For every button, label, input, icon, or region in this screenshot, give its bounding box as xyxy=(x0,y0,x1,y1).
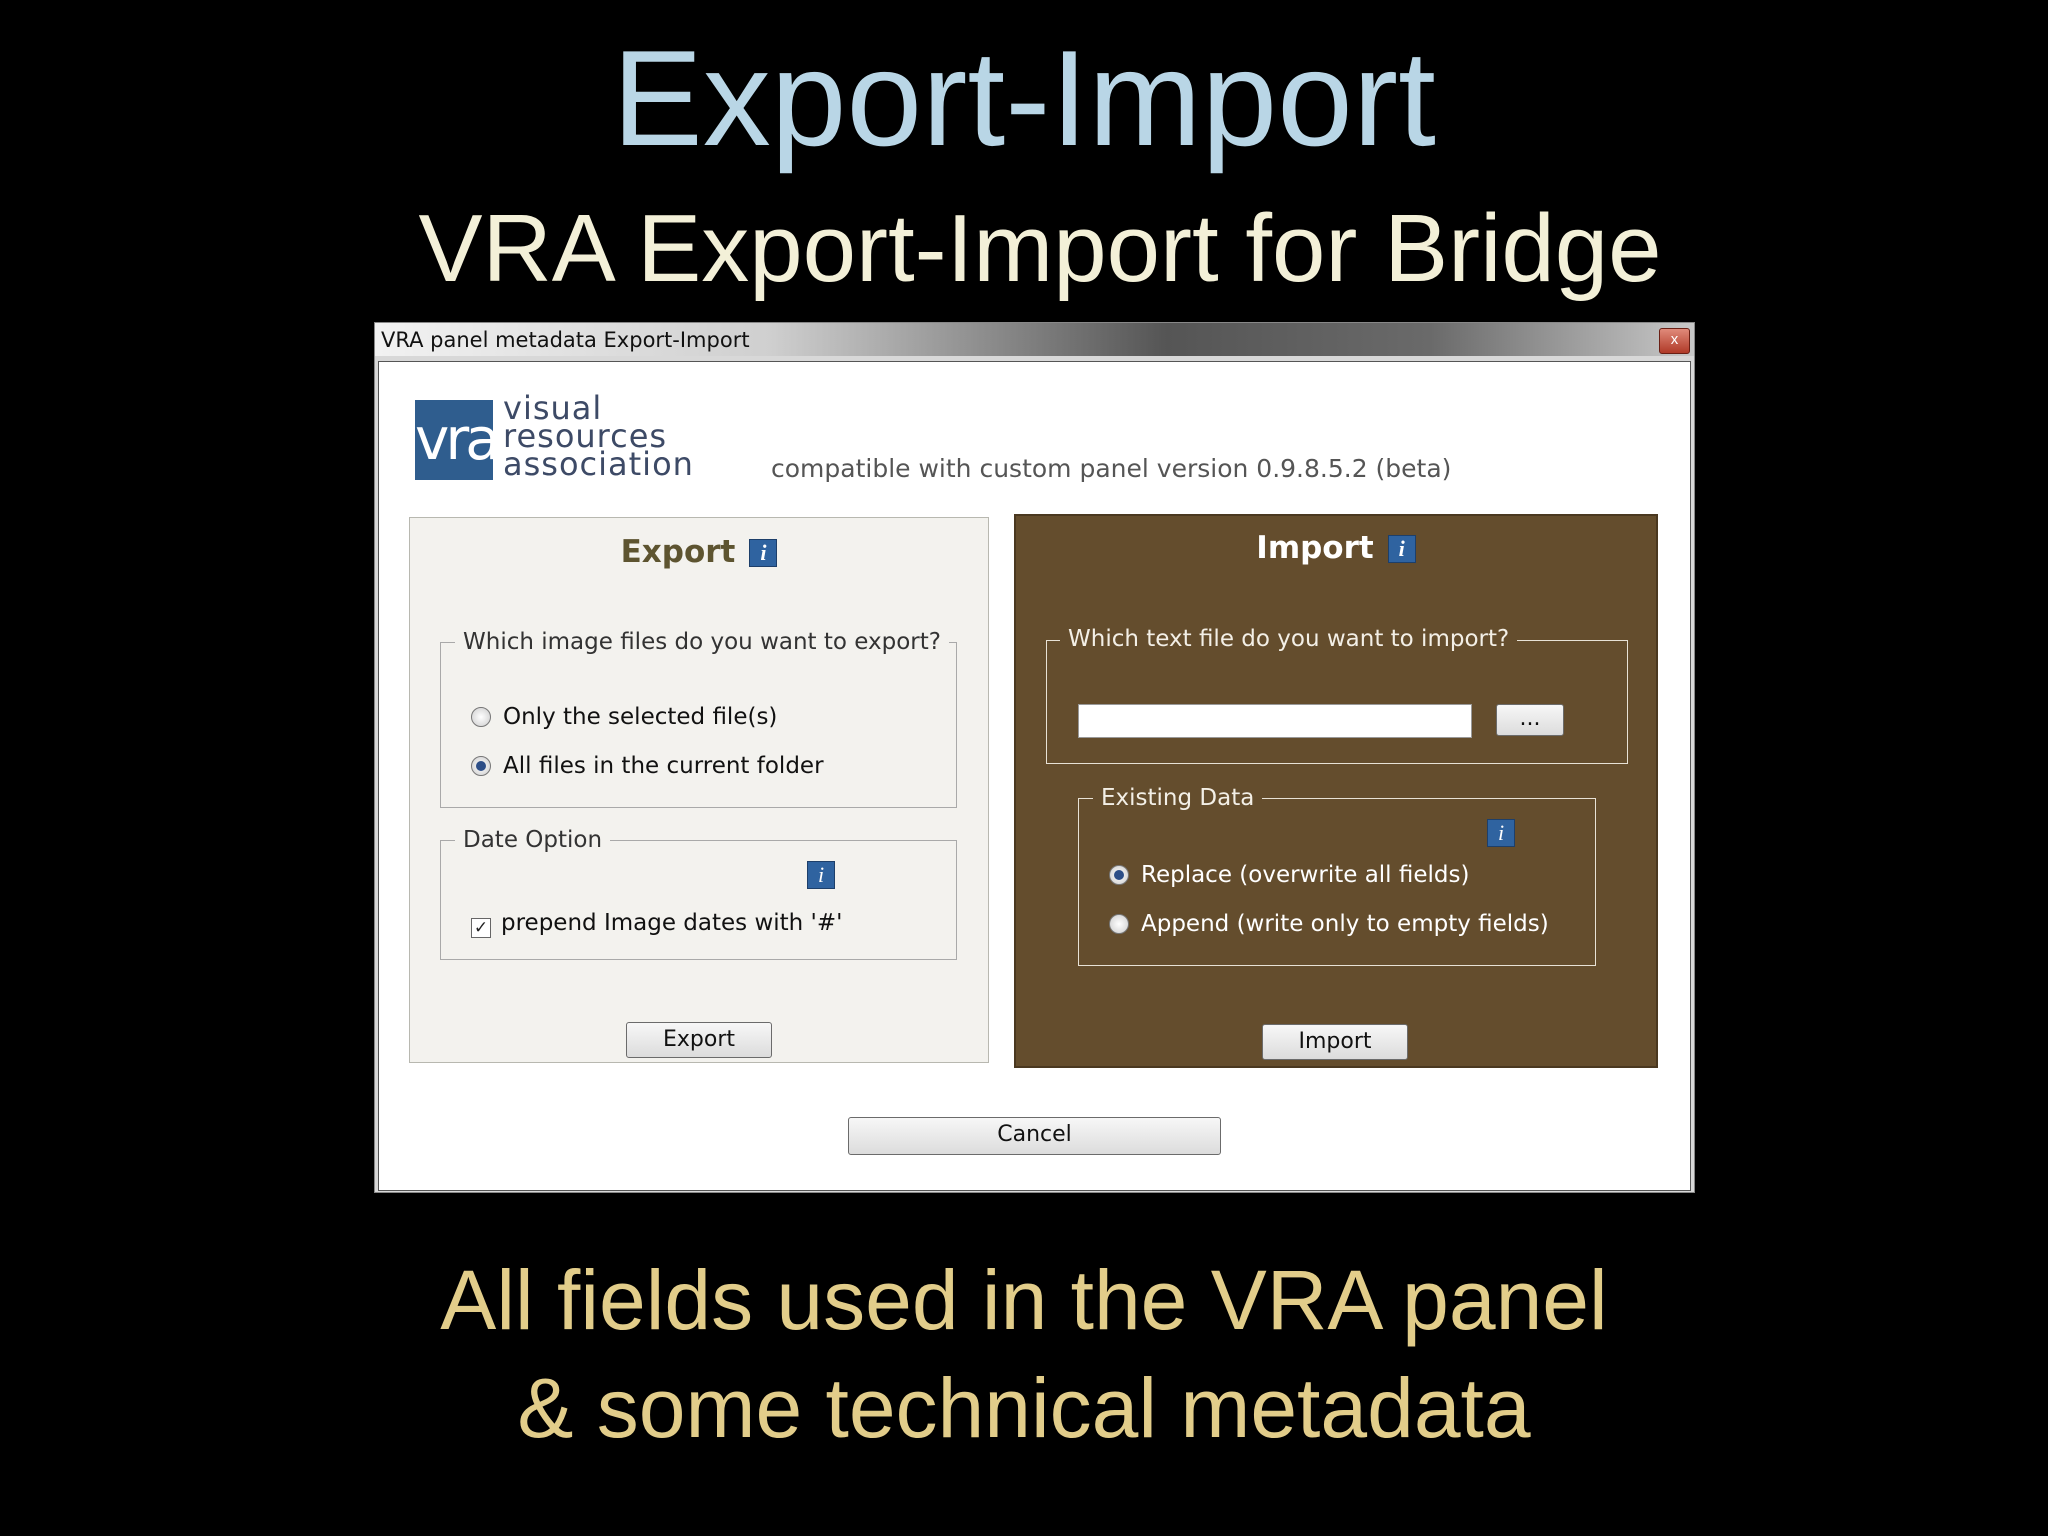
radio-only-selected[interactable]: Only the selected file(s) xyxy=(471,703,777,731)
close-icon[interactable]: x xyxy=(1659,328,1690,354)
slide-title: Export-Import xyxy=(612,22,1436,174)
slide-subtitle: VRA Export-Import for Bridge xyxy=(418,195,1662,302)
export-import-dialog: VRA panel metadata Export-Import x vra v… xyxy=(375,323,1694,1192)
info-icon[interactable]: i xyxy=(1387,535,1416,563)
radio-button[interactable] xyxy=(1109,914,1129,934)
slide-caption: All fields used in the VRA panel & some … xyxy=(0,1246,2048,1462)
radio-button-selected[interactable] xyxy=(471,756,491,776)
import-file-input[interactable] xyxy=(1078,704,1472,738)
radio-all-files[interactable]: All files in the current folder xyxy=(471,752,824,780)
browse-button[interactable]: ... xyxy=(1496,704,1564,736)
radio-button-selected[interactable] xyxy=(1109,865,1129,885)
dialog-content: vra visual resources association compati… xyxy=(378,361,1691,1191)
export-panel-title: Export i xyxy=(410,534,988,570)
radio-append[interactable]: Append (write only to empty fields) xyxy=(1109,910,1549,938)
vra-logo-word: association xyxy=(503,445,694,483)
radio-label: Only the selected file(s) xyxy=(503,704,778,730)
caption-line: All fields used in the VRA panel xyxy=(440,1253,1608,1347)
radio-replace[interactable]: Replace (overwrite all fields) xyxy=(1109,861,1469,889)
info-icon[interactable]: i xyxy=(1487,819,1515,847)
export-title-text: Export xyxy=(620,534,736,570)
checkbox-label: prepend Image dates with '#' xyxy=(501,910,843,936)
window-title: VRA panel metadata Export-Import xyxy=(381,328,750,352)
prepend-dates-checkbox[interactable]: ✓ xyxy=(471,918,491,938)
export-files-legend: Which image files do you want to export? xyxy=(455,628,949,656)
vra-logo-mark: vra xyxy=(415,400,501,480)
compatibility-note: compatible with custom panel version 0.9… xyxy=(771,454,1452,483)
vra-logo: vra visual resources association xyxy=(415,392,695,483)
radio-label: All files in the current folder xyxy=(503,753,824,779)
group-frame xyxy=(1046,640,1628,764)
import-title-text: Import xyxy=(1256,530,1374,566)
export-button[interactable]: Export xyxy=(626,1022,772,1058)
existing-data-legend: Existing Data xyxy=(1093,784,1263,812)
export-panel: Export i Which image files do you want to… xyxy=(409,517,989,1063)
radio-label: Append (write only to empty fields) xyxy=(1141,911,1549,937)
info-icon[interactable]: i xyxy=(749,539,778,567)
radio-button[interactable] xyxy=(471,707,491,727)
export-files-group: Which image files do you want to export?… xyxy=(440,628,957,808)
import-panel: Import i Which text file do you want to i… xyxy=(1014,514,1658,1068)
import-button[interactable]: Import xyxy=(1262,1024,1408,1060)
vra-logo-words: visual resources association xyxy=(503,392,694,483)
import-panel-title: Import i xyxy=(1016,530,1656,566)
import-file-legend: Which text file do you want to import? xyxy=(1060,625,1518,653)
radio-label: Replace (overwrite all fields) xyxy=(1141,862,1470,888)
import-file-group: Which text file do you want to import? xyxy=(1046,625,1628,764)
date-option-group: Date Option i ✓ prepend Image dates with … xyxy=(440,826,957,960)
cancel-button[interactable]: Cancel xyxy=(848,1117,1221,1155)
info-icon[interactable]: i xyxy=(807,861,835,889)
caption-line: & some technical metadata xyxy=(517,1361,1531,1455)
existing-data-group: Existing Data i Replace (overwrite all f… xyxy=(1078,784,1596,966)
date-option-legend: Date Option xyxy=(455,826,611,854)
prepend-dates-checkbox-row[interactable]: ✓ prepend Image dates with '#' xyxy=(471,909,842,938)
window-titlebar[interactable]: VRA panel metadata Export-Import x xyxy=(375,323,1694,356)
